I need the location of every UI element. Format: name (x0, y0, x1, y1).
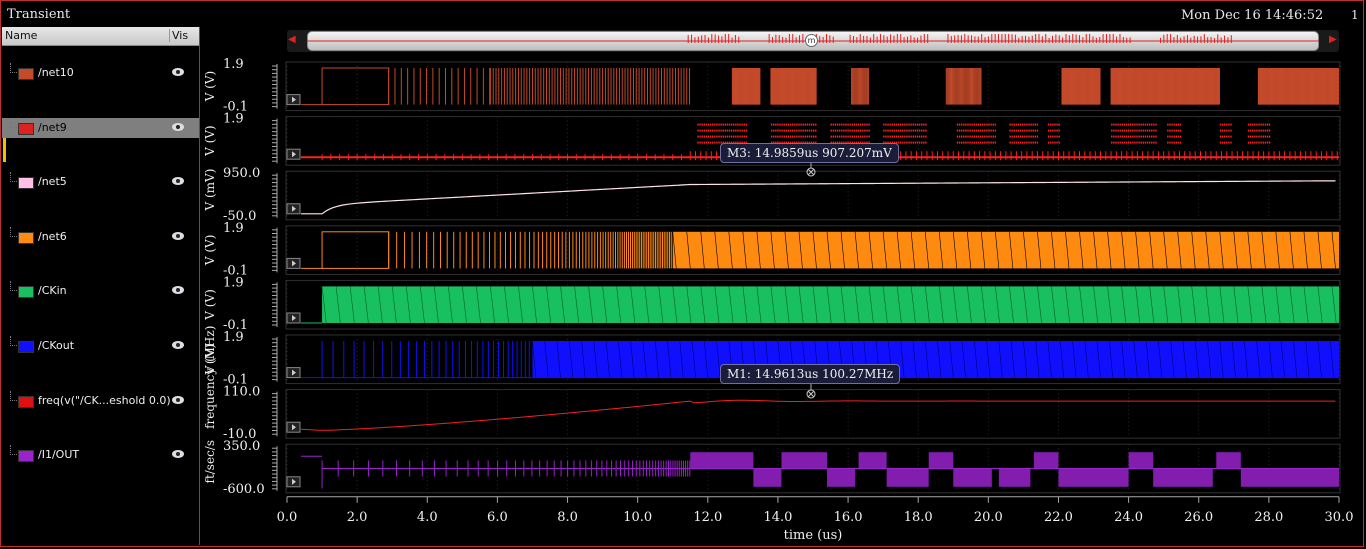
y-axis-title: V (V) (203, 71, 217, 103)
y-axis-title: ft/sec/s (203, 440, 217, 484)
waveform-strip[interactable]: 350.0 -600.0 ft/sec/s (203, 439, 1341, 497)
waveform-strip[interactable]: 1.9-0.1V (V) (203, 57, 1341, 115)
x-tick-label: 10.0 (623, 510, 652, 525)
waveform-trace[interactable] (301, 286, 1340, 324)
x-tick-label: 16.0 (834, 510, 863, 525)
scrollbar-center-handle[interactable]: m (805, 34, 818, 47)
overview-scrollbar[interactable]: ◀ ▶ m (287, 30, 1339, 52)
marker-label[interactable]: M3: 14.9859us 907.207mV (720, 143, 899, 163)
x-tick-label: 26.0 (1184, 510, 1213, 525)
scroll-right-arrow-icon[interactable]: ▶ (1329, 34, 1337, 45)
y-axis-title: frequency (MHz) (203, 326, 217, 429)
y-top-label: 1.9 (223, 330, 244, 345)
y-axis-title: V (mV) (203, 169, 217, 212)
x-tick-label: 14.0 (763, 510, 792, 525)
x-tick-label: 18.0 (904, 510, 933, 525)
waveform-strip[interactable]: 1.9-0.1V (V) (203, 221, 1341, 279)
y-top-label: 1.9 (223, 275, 244, 290)
x-tick-label: 22.0 (1044, 510, 1073, 525)
y-top-label: 1.9 (223, 57, 244, 72)
y-top-label: 1.9 (223, 221, 244, 236)
x-tick-label: 4.0 (417, 510, 438, 525)
x-tick-label: 8.0 (557, 510, 578, 525)
x-tick-label: 20.0 (974, 510, 1003, 525)
x-tick-label: 2.0 (347, 510, 368, 525)
x-axis-title: time (us) (784, 528, 843, 543)
y-axis-title: V (V) (203, 125, 217, 157)
y-top-label: 1.9 (223, 112, 244, 127)
waveform-strip[interactable]: 1.9-0.1V (V) (203, 275, 1341, 333)
x-tick-label: 30.0 (1325, 510, 1354, 525)
x-tick-label: 28.0 (1254, 510, 1283, 525)
x-tick-label: 24.0 (1114, 510, 1143, 525)
y-top-label: 110.0 (223, 385, 260, 400)
y-bottom-label: -600.0 (223, 482, 265, 497)
x-tick-label: 0.0 (277, 510, 298, 525)
scroll-left-arrow-icon[interactable]: ◀ (288, 34, 296, 45)
y-top-label: 950.0 (223, 166, 260, 181)
waveform-strip[interactable]: 950.0-50.0V (mV) (203, 166, 1341, 224)
marker-label[interactable]: M1: 14.9613us 100.27MHz (720, 364, 901, 384)
waveform-strips: 1.9-0.1V (V)1.9V (V)950.0-50.0V (mV)1.9-… (203, 57, 1354, 543)
y-axis-title: V (V) (203, 289, 217, 321)
y-top-label: 350.0 (223, 439, 260, 454)
x-tick-label: 12.0 (693, 510, 722, 525)
y-axis-title: V (V) (203, 235, 217, 267)
x-tick-label: 6.0 (487, 510, 508, 525)
strip-frame (285, 170, 1341, 221)
